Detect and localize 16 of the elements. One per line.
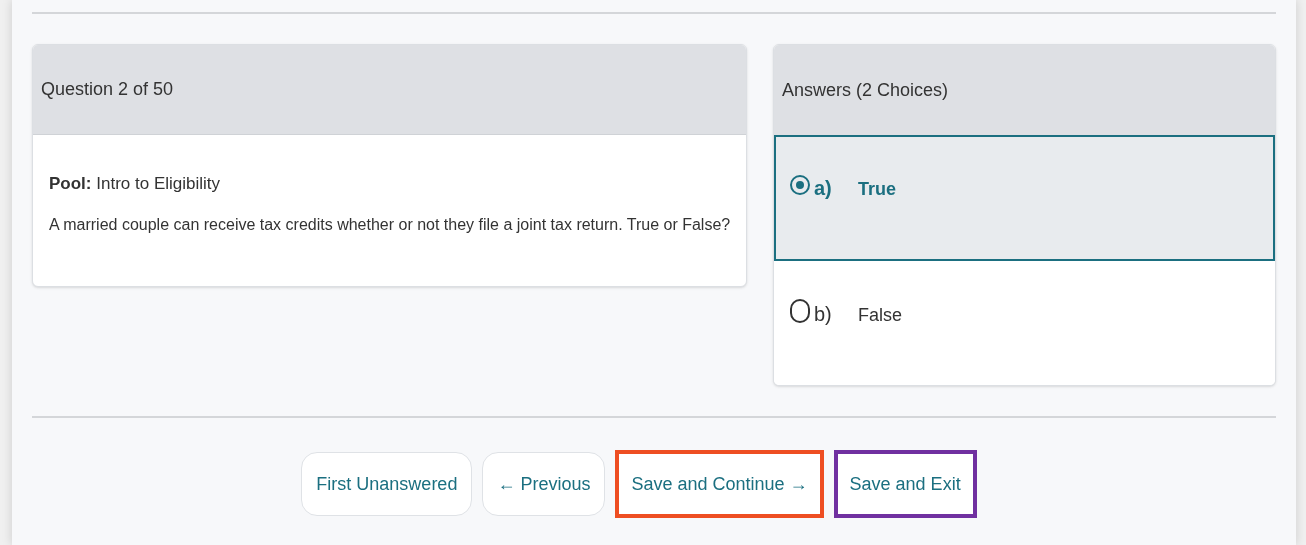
option-letter: a): [813, 176, 833, 201]
option-label: False: [857, 304, 902, 327]
radio-icon[interactable]: [789, 175, 810, 195]
card-header: Question 2 of 50: [41, 78, 174, 101]
answer-option[interactable]: a) True: [773, 135, 1275, 261]
option-label: True: [857, 178, 896, 201]
card-header: Answers (2 Choices): [781, 78, 948, 102]
option-letter: b): [813, 302, 833, 327]
answer-option[interactable]: b) False: [773, 261, 1275, 385]
radio-icon[interactable]: [789, 299, 810, 323]
question-text: A married couple can receive tax credits whether or not they file a joint tax return. True or False?: [49, 214, 730, 235]
nav-button[interactable]: Save and Exit: [833, 450, 977, 518]
nav-button[interactable]: Save and Continue →: [615, 450, 824, 518]
nav-button[interactable]: ← Previous: [482, 452, 606, 516]
nav-button[interactable]: First Unanswered: [301, 452, 473, 516]
pool-label: Pool: Intro to Eligibility: [49, 173, 221, 195]
